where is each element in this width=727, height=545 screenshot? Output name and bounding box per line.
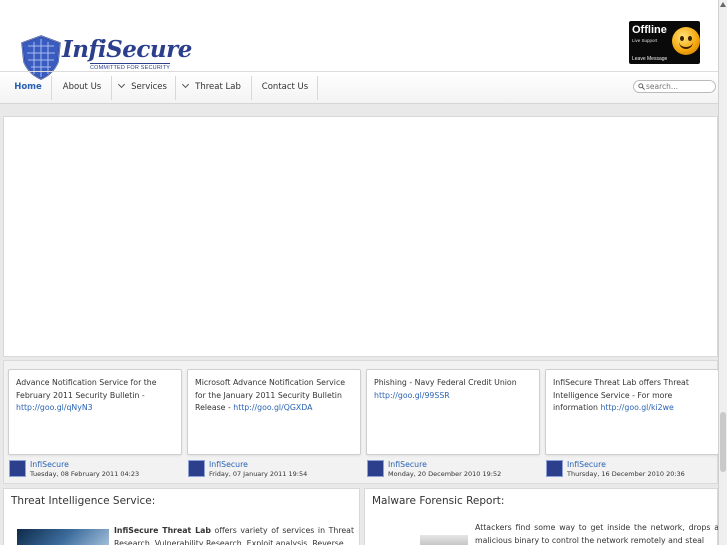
nav-about-label: About Us [62, 82, 102, 92]
news-link[interactable]: http://goo.gl/ki2we [600, 403, 673, 412]
scrollbar-thumb[interactable] [720, 412, 726, 472]
nav-home-label: Home [14, 82, 42, 92]
banner-area [3, 116, 718, 357]
support-action: Leave Message [632, 56, 668, 62]
smiley-icon [672, 27, 700, 55]
news-meta: InfiSecure Tuesday, 08 February 2011 04:… [8, 459, 182, 481]
chevron-down-icon [182, 80, 190, 89]
scroll-up-arrow-icon[interactable] [720, 2, 726, 7]
news-date: Thursday, 16 December 2010 20:36 [567, 470, 685, 478]
news-card: InfiSecure Threat Lab offers Threat Inte… [545, 369, 719, 455]
support-subtitle: Live Support [632, 38, 658, 43]
news-text: Phishing - Navy Federal Credit Union [374, 378, 517, 387]
search-input[interactable] [646, 81, 712, 92]
news-date: Friday, 07 January 2011 19:54 [209, 470, 308, 478]
nav-services-label: Services [131, 82, 167, 92]
threat-image [17, 529, 109, 545]
nav-divider [317, 76, 318, 100]
news-card: Advance Notification Service for the Feb… [8, 369, 182, 455]
search-icon [638, 83, 645, 90]
news-author[interactable]: InfiSecure [388, 460, 427, 469]
news-strip: Advance Notification Service for the Feb… [3, 360, 719, 484]
news-meta: InfiSecure Thursday, 16 December 2010 20… [545, 459, 719, 481]
news-card: Microsoft Advance Notification Service f… [187, 369, 361, 455]
news-date: Monday, 20 December 2010 19:52 [388, 470, 502, 478]
nav-home[interactable]: Home [8, 76, 48, 98]
panel-title: Malware Forensic Report: [372, 495, 505, 507]
news-meta: InfiSecure Monday, 20 December 2010 19:5… [366, 459, 540, 481]
nav-divider [175, 76, 176, 100]
scrollbar[interactable] [718, 0, 727, 545]
nav-contact-us[interactable]: Contact Us [256, 76, 314, 98]
news-link[interactable]: http://goo.gl/qNyN3 [16, 403, 93, 412]
news-link[interactable]: http://goo.gl/QGXDA [233, 403, 312, 412]
chevron-down-icon [118, 80, 126, 89]
panel-lead: InfiSecure Threat Lab [114, 526, 211, 535]
news-card: Phishing - Navy Federal Credit Union htt… [366, 369, 540, 455]
avatar [9, 460, 26, 477]
live-support-button[interactable]: Offline Live Support Leave Message [629, 21, 700, 64]
nav-divider [251, 76, 252, 100]
page: InfiSecure COMMITTED FOR SECURITY Offlin… [0, 0, 727, 545]
threat-intelligence-panel: Threat Intelligence Service: InfiSecure … [3, 488, 360, 545]
news-author[interactable]: InfiSecure [209, 460, 248, 469]
malware-image [420, 535, 468, 545]
panel-body: InfiSecure Threat Lab offers variety of … [114, 525, 354, 545]
search-box[interactable] [633, 80, 716, 93]
news-link[interactable]: http://goo.gl/99SSR [374, 391, 450, 400]
avatar [367, 460, 384, 477]
news-author[interactable]: InfiSecure [567, 460, 606, 469]
news-author[interactable]: InfiSecure [30, 460, 69, 469]
avatar [546, 460, 563, 477]
news-date: Tuesday, 08 February 2011 04:23 [30, 470, 140, 478]
main-nav: Home About Us Services Threat Lab Contac… [0, 71, 718, 101]
logo-tagline: COMMITTED FOR SECURITY [90, 63, 171, 71]
nav-divider [51, 76, 52, 100]
nav-threat-label: Threat Lab [195, 82, 241, 92]
support-status: Offline [632, 24, 667, 36]
site-header: InfiSecure COMMITTED FOR SECURITY Offlin… [0, 0, 718, 104]
news-text: Advance Notification Service for the Feb… [16, 378, 157, 400]
panel-body: Attackers find some way to get inside th… [475, 523, 719, 545]
logo-wordmark: InfiSecure [62, 36, 192, 63]
nav-threat-lab[interactable]: Threat Lab [179, 76, 245, 98]
nav-about-us[interactable]: About Us [56, 76, 108, 98]
news-meta: InfiSecure Friday, 07 January 2011 19:54 [187, 459, 361, 481]
nav-contact-label: Contact Us [261, 82, 309, 92]
panel-title: Threat Intelligence Service: [11, 495, 156, 507]
nav-divider [111, 76, 112, 100]
nav-services[interactable]: Services [114, 76, 172, 98]
avatar [188, 460, 205, 477]
malware-forensic-panel: Malware Forensic Report: Attackers find … [364, 488, 719, 545]
